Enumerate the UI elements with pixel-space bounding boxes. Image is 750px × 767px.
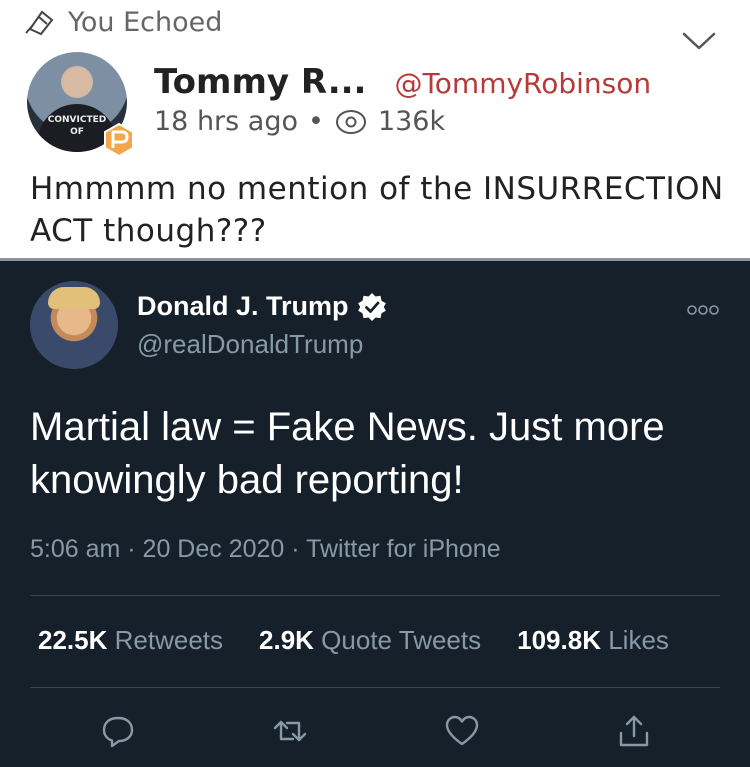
author-avatar[interactable]: CONVICTED OF [27, 52, 134, 158]
parler-badge-icon [104, 122, 134, 158]
author-row: Tommy R... @TommyRobinson [154, 62, 651, 102]
echo-header: You Echoed [22, 4, 222, 40]
time-ago: 18 hrs ago [154, 106, 299, 137]
tweet-author-row: Donald J. Trump [137, 291, 387, 322]
tweet-author-handle[interactable]: @realDonaldTrump [137, 329, 363, 360]
divider-bottom [30, 687, 720, 688]
divider-top [30, 595, 720, 596]
like-icon[interactable] [444, 713, 480, 749]
quotes-label: Quote Tweets [321, 625, 482, 655]
author-name[interactable]: Tommy R... [154, 62, 366, 102]
more-icon[interactable] [686, 303, 720, 317]
quotes-count: 2.9K [259, 625, 314, 655]
avatar-shirt-text: CONVICTED OF [47, 115, 107, 137]
chevron-down-icon[interactable] [682, 28, 716, 52]
likes-count: 109.8K [517, 625, 601, 655]
echo-label: You Echoed [68, 6, 223, 38]
likes-stat[interactable]: 109.8K Likes [517, 625, 669, 656]
embedded-tweet: Donald J. Trump @realDonaldTrump Martial… [0, 258, 750, 767]
reply-icon[interactable] [100, 713, 136, 749]
views-count: 136k [377, 106, 446, 137]
meta-separator: • [308, 106, 324, 137]
retweets-label: Retweets [114, 625, 224, 655]
retweet-icon[interactable] [272, 713, 308, 749]
tweet-meta: 5:06 am · 20 Dec 2020 · Twitter for iPho… [30, 535, 501, 563]
parler-post: You Echoed CONVICTED OF Tommy R... @Tomm… [0, 0, 750, 258]
tweet-text: Martial law = Fake News. Just more knowi… [30, 405, 665, 502]
views-icon [335, 109, 366, 134]
likes-label: Likes [608, 625, 669, 655]
quotes-stat[interactable]: 2.9K Quote Tweets [259, 625, 481, 656]
retweets-count: 22.5K [38, 625, 108, 655]
retweets-stat[interactable]: 22.5K Retweets [38, 625, 223, 656]
verified-icon [357, 292, 386, 321]
tweet-stats: 22.5K Retweets 2.9K Quote Tweets 109.8K … [38, 625, 669, 656]
tweet-author-name[interactable]: Donald J. Trump [137, 291, 349, 322]
post-meta: 18 hrs ago • 136k [154, 106, 445, 137]
tweet-avatar[interactable] [30, 281, 118, 369]
post-text: Hmmmm no mention of the INSURRECTION ACT… [30, 171, 724, 249]
avatar-hair [48, 287, 100, 309]
echo-icon [25, 10, 54, 36]
author-handle[interactable]: @TommyRobinson [394, 67, 651, 100]
share-icon[interactable] [616, 713, 652, 749]
